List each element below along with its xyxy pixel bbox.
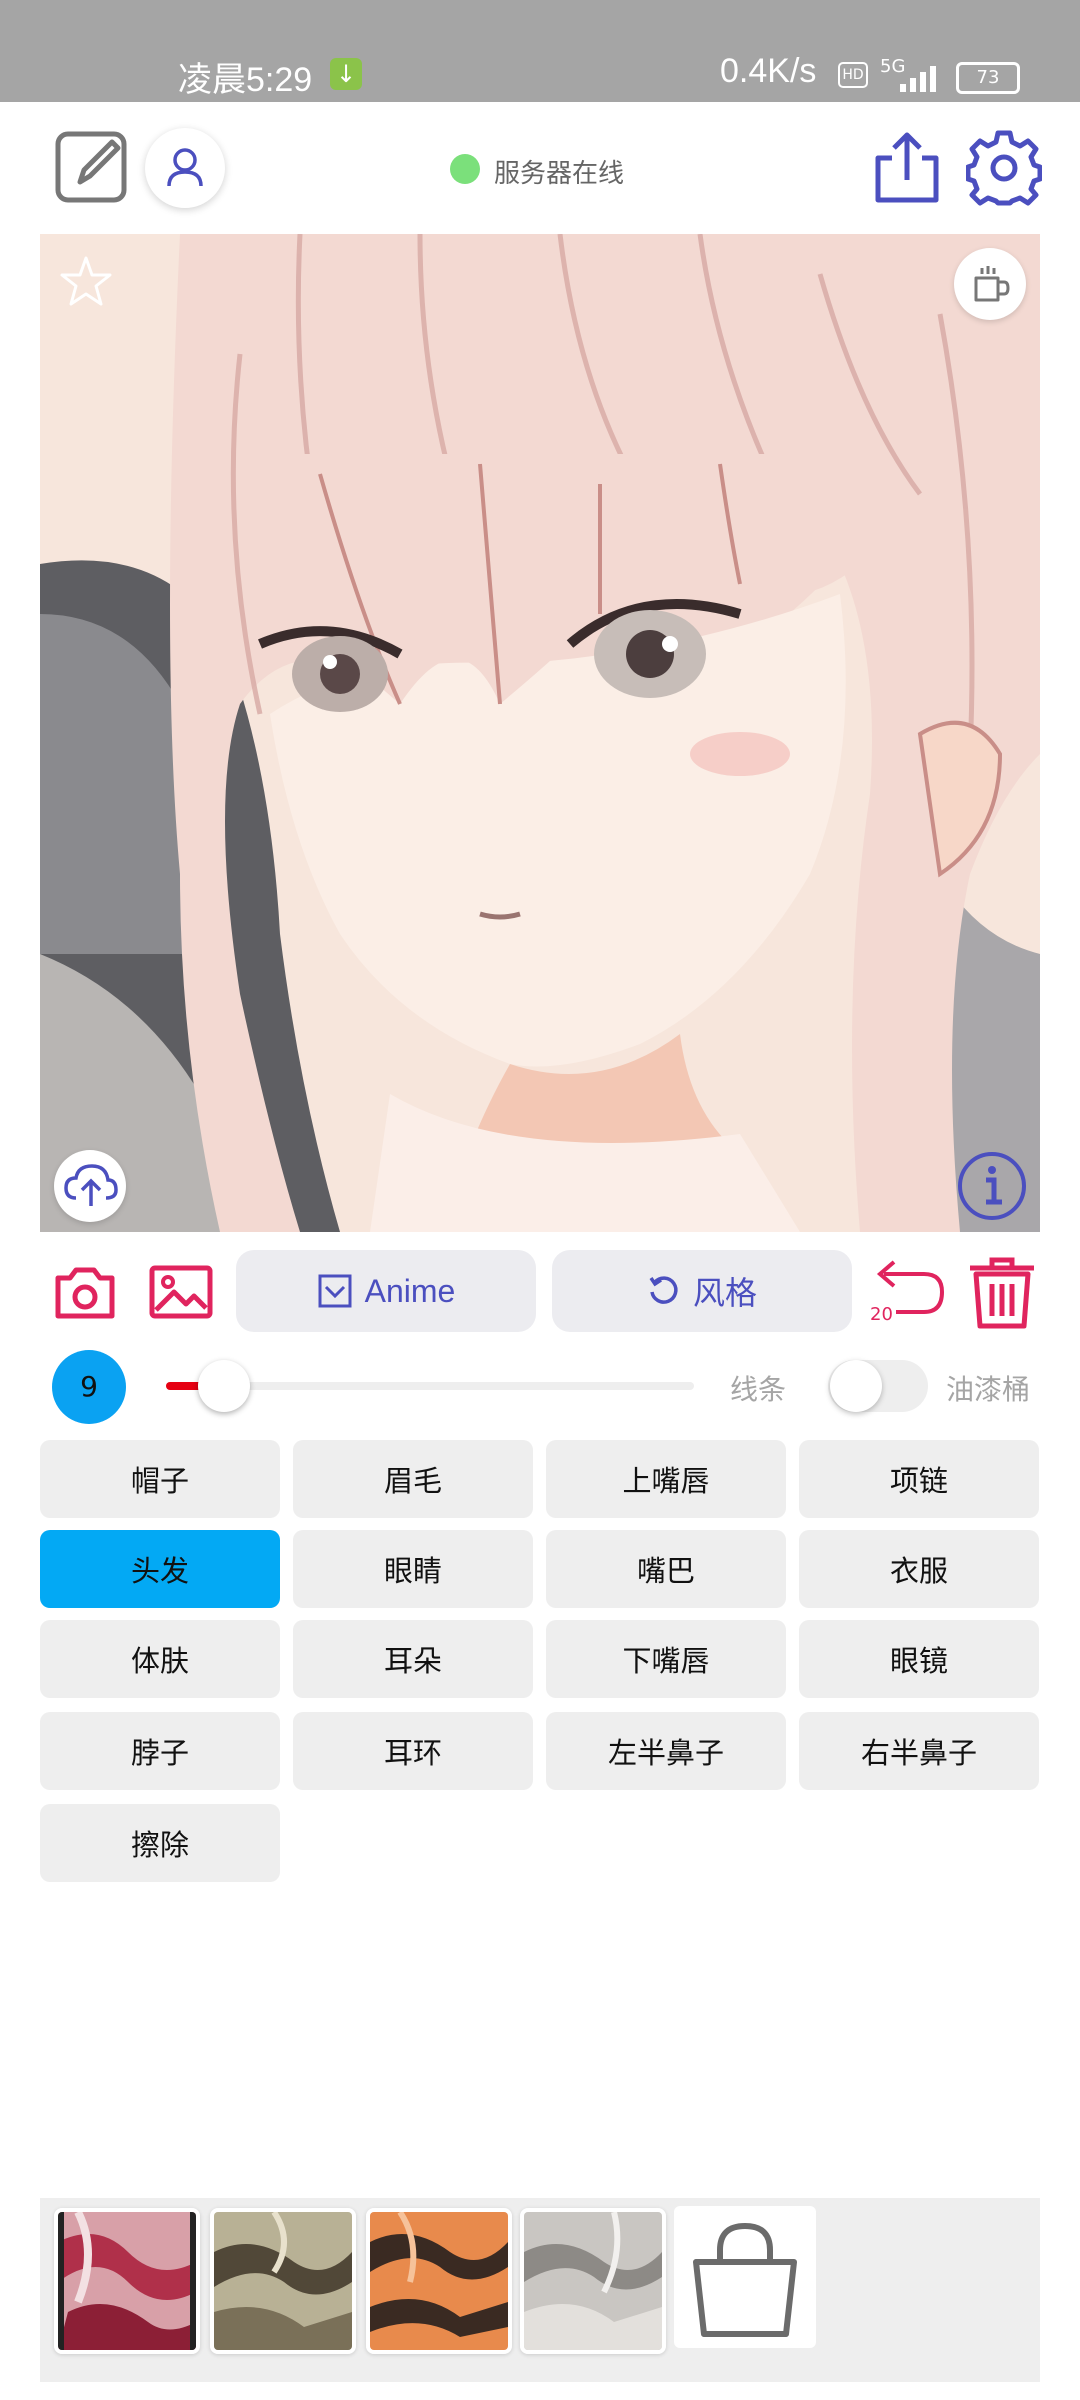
part-button-earrings[interactable]: 耳环 [293, 1712, 533, 1790]
style-swatch-grey [524, 2212, 662, 2350]
line-mode-label: 线条 [730, 1373, 787, 1406]
coffee-cup-button[interactable] [954, 248, 1026, 320]
user-icon [167, 148, 203, 187]
battery-icon: 73 [956, 62, 1020, 94]
part-button-skin[interactable]: 体肤 [40, 1620, 280, 1698]
part-button-hair[interactable]: 头发 [40, 1530, 280, 1608]
shop-button[interactable] [674, 2206, 816, 2348]
part-button-neck[interactable]: 脖子 [40, 1712, 280, 1790]
status-net-speed: 0.4K/s [720, 52, 817, 90]
brush-size-slider-thumb[interactable] [198, 1360, 250, 1412]
drawing-canvas[interactable] [40, 234, 1040, 1232]
signal-icon [900, 66, 936, 92]
part-button-clothes[interactable]: 衣服 [799, 1530, 1039, 1608]
paint-bucket-toggle-knob[interactable] [830, 1360, 882, 1412]
part-button-eyebrows[interactable]: 眉毛 [293, 1440, 533, 1518]
status-time: 凌晨5:29 [178, 61, 313, 99]
trash-icon[interactable] [966, 1254, 1038, 1330]
share-icon[interactable] [872, 130, 942, 206]
brush-size-badge[interactable]: 9 [52, 1350, 126, 1424]
favorite-star-icon[interactable] [58, 254, 114, 310]
download-icon: ↓ [330, 58, 362, 90]
gallery-icon[interactable] [148, 1262, 214, 1322]
part-button-mouth[interactable]: 嘴巴 [546, 1530, 786, 1608]
paint-bucket-label: 油漆桶 [946, 1373, 1031, 1406]
anime-button-label: Anime [364, 1272, 456, 1309]
part-button-eyes[interactable]: 眼睛 [293, 1530, 533, 1608]
part-button-erase[interactable]: 擦除 [40, 1804, 280, 1882]
refresh-icon [649, 1276, 678, 1304]
style-thumbnail[interactable] [54, 2208, 200, 2354]
part-button-right-nose[interactable]: 右半鼻子 [799, 1712, 1039, 1790]
gear-icon[interactable] [966, 130, 1042, 206]
anime-portrait-image [40, 234, 1040, 1232]
cloud-upload-icon [64, 1164, 118, 1206]
hd-badge: HD [838, 62, 868, 88]
part-button-upper-lip[interactable]: 上嘴唇 [546, 1440, 786, 1518]
part-button-glasses[interactable]: 眼镜 [799, 1620, 1039, 1698]
camera-icon[interactable] [52, 1262, 118, 1322]
undo-count: 20 [870, 1304, 893, 1325]
server-status-text: 服务器在线 [494, 159, 625, 189]
style-button[interactable]: 风格 [552, 1250, 852, 1332]
part-button-ears[interactable]: 耳朵 [293, 1620, 533, 1698]
info-icon[interactable] [956, 1150, 1028, 1222]
style-thumbnail[interactable] [520, 2208, 666, 2354]
anime-button[interactable]: Anime [236, 1250, 536, 1332]
style-swatch-red [58, 2212, 196, 2350]
part-button-left-nose[interactable]: 左半鼻子 [546, 1712, 786, 1790]
style-swatch-olive [214, 2212, 352, 2350]
style-swatch-orange [370, 2212, 508, 2350]
cloud-upload-button[interactable] [54, 1150, 126, 1222]
edit-icon[interactable] [54, 130, 130, 206]
coffee-cup-icon [974, 266, 1010, 302]
checkbox-icon [318, 1274, 352, 1308]
style-thumbnail[interactable] [210, 2208, 356, 2354]
style-thumbnail[interactable] [366, 2208, 512, 2354]
style-button-label: 风格 [692, 1275, 757, 1311]
server-status-dot [450, 154, 480, 184]
user-button[interactable] [145, 128, 225, 208]
part-button-necklace[interactable]: 项链 [799, 1440, 1039, 1518]
part-button-hat[interactable]: 帽子 [40, 1440, 280, 1518]
part-button-lower-lip[interactable]: 下嘴唇 [546, 1620, 786, 1698]
shopping-bag-icon [693, 2222, 797, 2337]
